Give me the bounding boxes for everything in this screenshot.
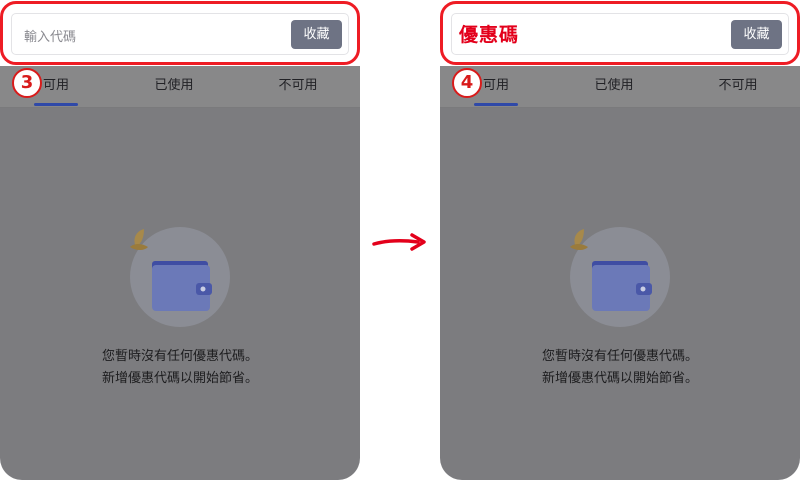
step-badge: 4 <box>452 68 482 98</box>
empty-state-message: 您暫時沒有任何優惠代碼。 新增優惠代碼以開始節省。 <box>440 346 800 390</box>
step-badge: 3 <box>12 68 42 98</box>
input-highlight-annotation <box>440 1 800 65</box>
tab-used[interactable]: 已使用 <box>558 66 670 108</box>
tab-used[interactable]: 已使用 <box>118 66 230 108</box>
left-screen: 輸入代碼 收藏 可用 已使用 不可用 您暫時沒有任何優惠代碼。 新增優惠代碼以開… <box>0 0 360 480</box>
right-screen: 優惠碼 收藏 可用 已使用 不可用 您暫時沒有任何優惠代碼。 新增優惠代碼以開始… <box>440 0 800 480</box>
tab-unavailable[interactable]: 不可用 <box>682 66 794 108</box>
tab-unavailable[interactable]: 不可用 <box>242 66 354 108</box>
empty-state-line-2: 新增優惠代碼以開始節省。 <box>541 371 698 386</box>
coupon-tabs: 可用 已使用 不可用 <box>0 66 360 108</box>
empty-state-message: 您暫時沒有任何優惠代碼。 新增優惠代碼以開始節省。 <box>0 346 360 390</box>
active-tab-indicator <box>34 103 78 106</box>
wallet-icon <box>130 227 230 327</box>
coupon-tabs: 可用 已使用 不可用 <box>440 66 800 108</box>
active-tab-indicator <box>474 103 518 106</box>
right-arrow-icon <box>372 233 426 251</box>
empty-state-line-2: 新增優惠代碼以開始節省。 <box>101 371 258 386</box>
empty-state-line-1: 您暫時沒有任何優惠代碼。 <box>101 349 258 364</box>
wallet-icon <box>570 227 670 327</box>
empty-state-line-1: 您暫時沒有任何優惠代碼。 <box>541 349 698 364</box>
input-highlight-annotation <box>0 1 360 65</box>
